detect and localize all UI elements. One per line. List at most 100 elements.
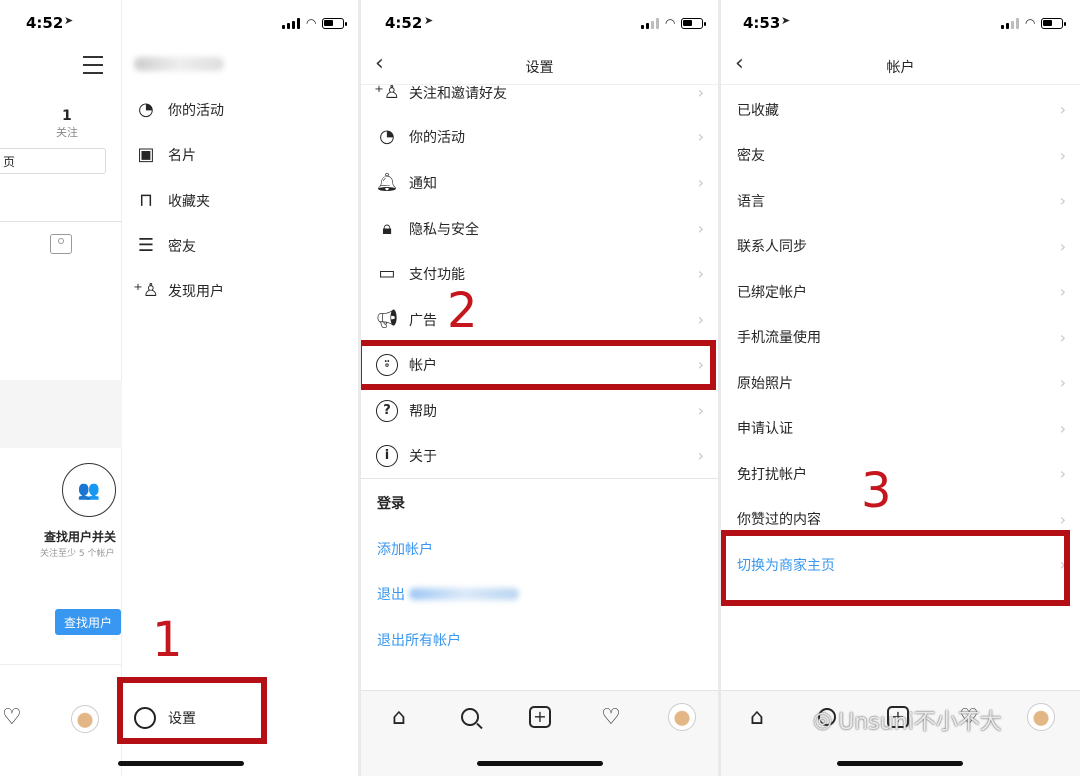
status-time: 4:52 — [26, 14, 64, 32]
menu-item[interactable]: ☰ 密友 — [122, 223, 358, 268]
annotation-box-1 — [117, 677, 267, 744]
menu-item[interactable]: ⊓ 收藏夹 — [122, 178, 358, 223]
annotation-box-2 — [361, 340, 716, 390]
account-row[interactable]: 申请认证 › — [721, 406, 1080, 451]
menu-item-label: 你的活动 — [168, 102, 224, 119]
settings-row-label: 广告 — [409, 312, 437, 329]
home-indicator — [118, 761, 244, 766]
settings-row[interactable]: ⁺♙ 关注和邀请好友 › — [361, 70, 718, 115]
account-row[interactable]: 密友 › — [721, 133, 1080, 178]
logout-all-link[interactable]: 退出所有帐户 — [377, 630, 461, 650]
status-icons: ◠ — [1001, 16, 1067, 30]
chevron-right-icon: › — [1059, 373, 1066, 392]
activity-icon: ◔ — [138, 99, 154, 120]
account-row-label: 已绑定帐户 — [737, 284, 807, 301]
new-post-icon[interactable]: + — [526, 703, 554, 731]
menu-item-label: 发现用户 — [168, 283, 224, 300]
menu-item-label: 名片 — [168, 147, 196, 164]
account-row-label: 语言 — [737, 193, 765, 210]
watermark: ◎ Unsuni不小不大 — [813, 704, 1002, 736]
settings-row[interactable]: i 关于 › — [361, 433, 718, 478]
settings-row-label: 隐私与安全 — [409, 221, 479, 238]
avatar[interactable] — [71, 705, 99, 733]
tagged-icon[interactable] — [50, 234, 72, 254]
account-row-label: 你赞过的内容 — [737, 512, 821, 528]
avatar[interactable] — [668, 703, 696, 731]
home-indicator — [837, 761, 963, 766]
account-row[interactable]: 免打扰帐户 › — [721, 451, 1080, 496]
watermark-text: Unsuni不小不大 — [838, 710, 1002, 735]
settings-row[interactable]: 🔒︎ 隐私与安全 › — [361, 206, 718, 251]
close-friends-icon: ☰ — [137, 235, 155, 256]
help-icon: ? — [375, 399, 399, 423]
account-row[interactable]: 语言 › — [721, 178, 1080, 223]
logout-link[interactable]: 退出 — [377, 584, 519, 604]
find-users-icon: 👥 — [62, 463, 116, 517]
wifi-icon: ◠ — [306, 16, 317, 30]
page-title: 帐户 — [886, 60, 915, 76]
settings-row-label: 通知 — [409, 175, 437, 192]
settings-row-label: 关于 — [409, 448, 437, 465]
account-row[interactable]: 已绑定帐户 › — [721, 269, 1080, 314]
wifi-icon: ◠ — [1025, 16, 1036, 30]
annotation-3: 3 — [861, 463, 892, 519]
settings-row-label: 帮助 — [409, 403, 437, 420]
account-row-label: 手机流量使用 — [737, 330, 821, 346]
account-row-label: 免打扰帐户 — [737, 466, 807, 483]
panel-profile-menu: 4:52 ➤ 1 关注 页 👥 查找用户并关 关注至少 5 个帐户 查找用户 ♡… — [0, 0, 358, 776]
settings-row[interactable]: 📢︎ 广告 › — [361, 297, 718, 342]
chevron-right-icon: › — [1059, 418, 1066, 438]
panel-account: 4:53 ➤ ◠ ‹ 帐户 已收藏 › 密友 › 语言 › 联系人同步 › 已绑定帐户 › 手机流量… — [721, 0, 1080, 776]
status-time: 4:52 — [385, 14, 423, 32]
chevron-right-icon: › — [1059, 236, 1066, 256]
chevron-right-icon: › — [697, 310, 704, 329]
account-row[interactable]: 已收藏 › — [721, 87, 1080, 132]
settings-row-label: 关注和邀请好友 — [409, 85, 507, 102]
location-arrow-icon: ➤ — [424, 14, 434, 27]
chevron-right-icon: › — [1059, 464, 1066, 483]
wifi-icon: ◠ — [665, 16, 676, 30]
annotation-1: 1 — [152, 612, 183, 668]
home-indicator — [477, 761, 603, 766]
chevron-right-icon: › — [697, 127, 704, 146]
avatar[interactable] — [1027, 703, 1055, 731]
account-row-label: 已收藏 — [737, 102, 779, 119]
annotation-2: 2 — [447, 283, 478, 339]
info-icon: i — [375, 444, 399, 468]
bookmark-icon: ⊓ — [138, 190, 154, 211]
panel-settings: 4:52 ➤ ◠ ‹ 设置 ⁺♙ 关注和邀请好友 › ◔ 你的活动 › 🔔︎ 通知 › 🔒︎ 隐私与… — [361, 0, 718, 776]
edit-profile-button[interactable]: 页 — [0, 148, 106, 174]
menu-item[interactable]: ▣ 名片 — [122, 132, 358, 177]
find-users-button[interactable]: 查找用户 — [55, 609, 121, 635]
search-icon[interactable] — [456, 703, 484, 731]
chevron-right-icon: › — [697, 173, 704, 192]
heart-icon[interactable]: ♡ — [2, 705, 22, 730]
location-arrow-icon: ➤ — [64, 14, 74, 27]
menu-item[interactable]: ◔ 你的活动 — [122, 87, 358, 132]
account-row[interactable]: 手机流量使用 › — [721, 315, 1080, 360]
settings-row[interactable]: ◔ 你的活动 › — [361, 114, 718, 159]
chevron-right-icon: › — [1059, 509, 1066, 529]
hamburger-icon[interactable] — [83, 56, 103, 74]
chevron-right-icon: › — [1059, 191, 1066, 210]
account-row[interactable]: 联系人同步 › — [721, 224, 1080, 269]
nametag-icon: ▣ — [137, 144, 155, 165]
account-row[interactable]: 原始照片 › — [721, 360, 1080, 405]
menu-item[interactable]: ⁺♙ 发现用户 — [122, 268, 358, 313]
settings-row[interactable]: ? 帮助 › — [361, 388, 718, 433]
bell-icon: 🔔︎ — [375, 172, 399, 193]
card-icon: ▭ — [378, 263, 396, 284]
menu-item-label: 收藏夹 — [168, 193, 210, 210]
settings-row[interactable]: ▭ 支付功能 › — [361, 251, 718, 296]
home-icon[interactable]: ⌂ — [385, 703, 413, 731]
settings-row-label: 支付功能 — [409, 266, 465, 283]
login-section-header: 登录 — [377, 496, 405, 512]
home-icon[interactable]: ⌂ — [743, 703, 771, 731]
logout-label: 退出 — [377, 587, 405, 603]
add-account-link[interactable]: 添加帐户 — [377, 539, 433, 559]
chevron-right-icon: › — [697, 83, 704, 102]
annotation-box-3 — [721, 530, 1070, 606]
heart-icon[interactable]: ♡ — [597, 703, 625, 731]
settings-row[interactable]: 🔔︎ 通知 › — [361, 160, 718, 205]
settings-row-label: 你的活动 — [409, 129, 465, 146]
